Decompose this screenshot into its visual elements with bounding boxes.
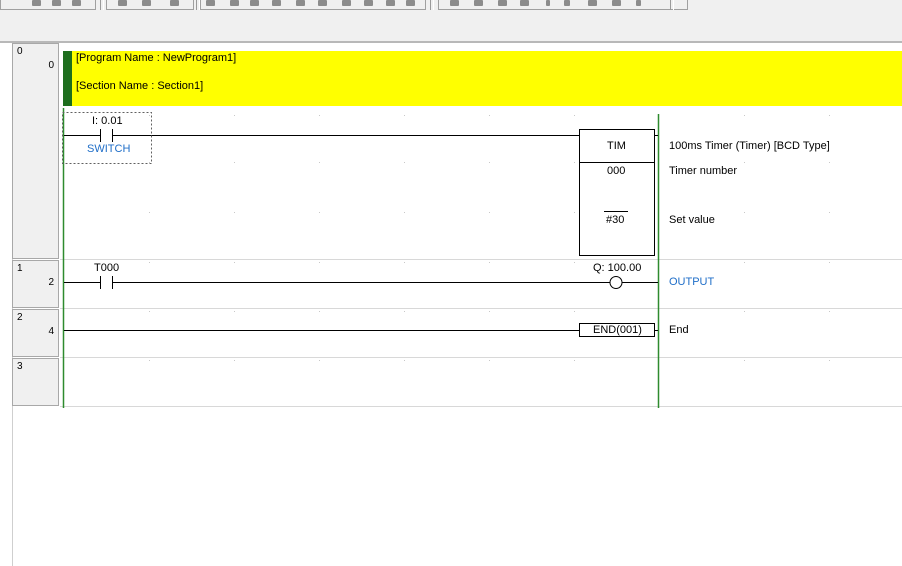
instruction-operand: #30	[606, 214, 625, 226]
instruction-description: 100ms Timer (Timer) [BCD Type]	[669, 140, 830, 152]
end-instruction-mnemonic: END(001)	[593, 324, 642, 336]
contact-symbol: SWITCH	[87, 143, 131, 155]
output-coil-symbol[interactable]	[609, 276, 623, 289]
operand-description: Timer number	[669, 165, 738, 177]
ladder-diagram	[62, 108, 830, 408]
instruction-description: End	[669, 324, 689, 336]
coil-address: Q: 100.00	[593, 262, 642, 274]
instruction-mnemonic: TIM	[607, 140, 626, 152]
contact-address: I: 0.01	[92, 115, 123, 127]
contact-address: T000	[94, 262, 120, 274]
coil-symbol: OUTPUT	[669, 276, 715, 288]
operand-description: Set value	[669, 214, 715, 226]
instruction-operand: 000	[607, 165, 626, 177]
